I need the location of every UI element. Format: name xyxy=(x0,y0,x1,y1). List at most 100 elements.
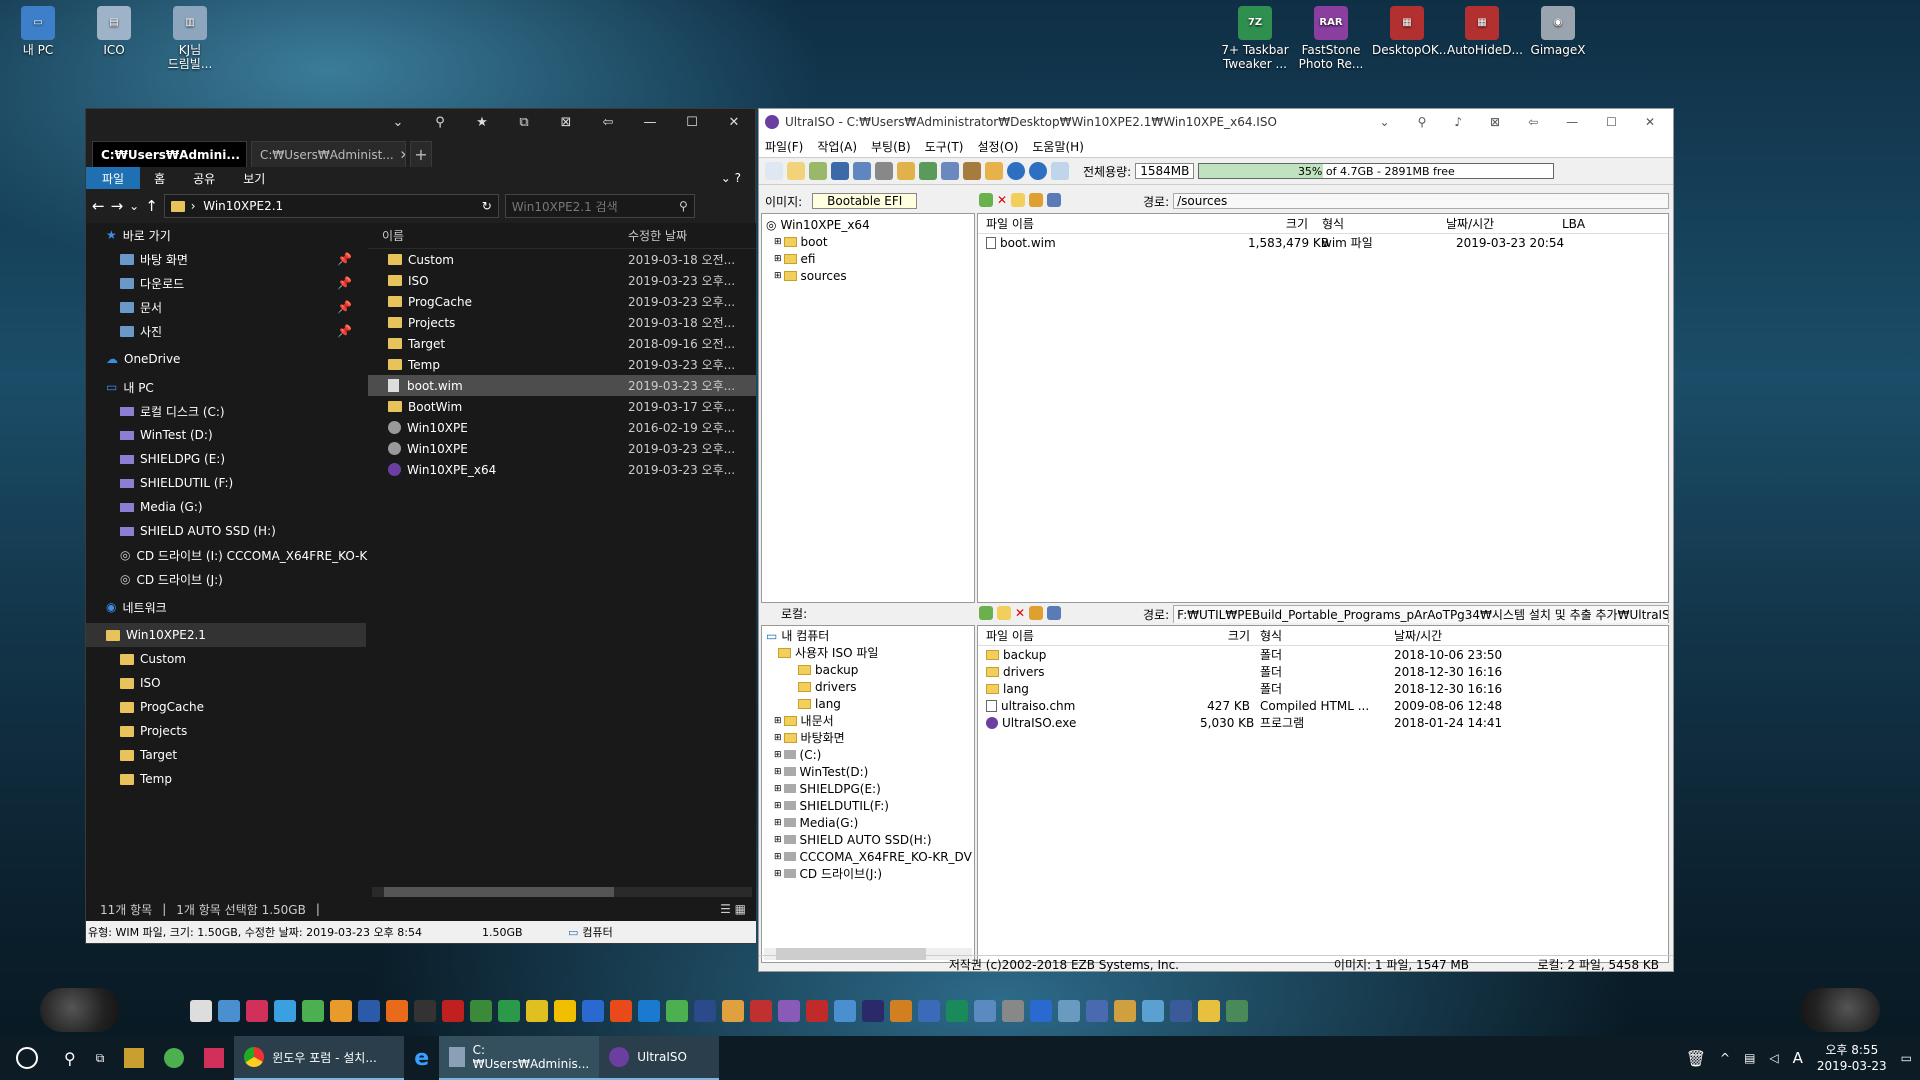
compress-icon[interactable] xyxy=(919,162,937,180)
new-folder-icon[interactable] xyxy=(1011,193,1026,207)
help-icon[interactable] xyxy=(1029,162,1047,180)
ribbon-tab-share[interactable]: 공유 xyxy=(179,170,229,187)
local-tree-item[interactable]: ⊞ SHIELD AUTO SSD(H:) xyxy=(762,831,974,848)
make-cd-icon[interactable] xyxy=(941,162,959,180)
expand-icon[interactable]: ⊞ xyxy=(774,716,782,726)
expand-icon[interactable]: ⊞ xyxy=(774,801,782,811)
tab-close-icon[interactable]: ✕ xyxy=(246,148,247,162)
dock-app-icon[interactable] xyxy=(526,1000,548,1022)
open-icon[interactable] xyxy=(787,162,805,180)
volume-icon[interactable]: ◁ xyxy=(1769,1051,1778,1065)
local-file-row[interactable]: lang 폴더 2018-12-30 16:16 xyxy=(978,680,1668,697)
back-icon[interactable]: ← xyxy=(92,197,105,215)
qat-icon[interactable]: ⌄ xyxy=(1380,115,1390,129)
up-icon[interactable] xyxy=(979,193,993,207)
dock-app-icon[interactable] xyxy=(1170,1000,1192,1022)
dock-app-icon[interactable] xyxy=(386,1000,408,1022)
dock-app-icon[interactable] xyxy=(666,1000,688,1022)
local-file-row[interactable]: backup 폴더 2018-10-06 23:50 xyxy=(978,646,1668,663)
save-icon[interactable] xyxy=(831,162,849,180)
local-tree-item[interactable]: lang xyxy=(762,695,974,712)
desktop-icon-faststone[interactable]: RAR FastStone Photo Re... xyxy=(1296,6,1366,71)
local-tree-item[interactable]: ⊞ 내문서 xyxy=(762,712,974,729)
expand-icon[interactable]: ⊞ xyxy=(774,733,782,743)
nav-item[interactable]: ▭ 내 PC xyxy=(86,375,366,399)
nav-item[interactable]: ◉ 네트워크 xyxy=(86,595,366,619)
info-icon[interactable] xyxy=(1007,162,1025,180)
exit-icon[interactable] xyxy=(1051,162,1069,180)
local-file-row[interactable]: ultraiso.chm 427 KB Compiled HTML ... 2009-… xyxy=(978,697,1668,714)
iso-tree-item[interactable]: ⊞ sources xyxy=(762,267,974,284)
ribbon-tab-home[interactable]: 홈 xyxy=(140,170,179,187)
virtual-drive-icon[interactable] xyxy=(963,162,981,180)
local-tree-item[interactable]: drivers xyxy=(762,678,974,695)
nav-item[interactable]: SHIELD AUTO SSD (H:) xyxy=(86,519,366,543)
desktop-icon-desktopok[interactable]: ▦ DesktopOK... xyxy=(1372,6,1450,57)
tab-1[interactable]: C:₩Users₩Admini...✕ xyxy=(92,141,247,167)
nav-item[interactable]: ◎ CD 드라이브 (J:) xyxy=(86,567,366,591)
maximize-button[interactable]: ☐ xyxy=(1606,115,1617,129)
search-input[interactable]: Win10XPE2.1 검색 ⚲ xyxy=(504,194,695,218)
close-button[interactable]: ✕ xyxy=(1645,115,1655,129)
mount-icon[interactable] xyxy=(897,162,915,180)
dock-app-icon[interactable] xyxy=(330,1000,352,1022)
menu-actions[interactable]: 작업(A) xyxy=(817,138,857,155)
dock-app-icon[interactable] xyxy=(442,1000,464,1022)
local-file-row[interactable]: UltraISO.exe 5,030 KB 프로그램 2018-01-24 14:41 xyxy=(978,714,1668,731)
ribbon-expand-icon[interactable]: ⌄ ? xyxy=(707,171,755,185)
settings-icon[interactable] xyxy=(1047,606,1062,620)
dock-app-icon[interactable] xyxy=(358,1000,380,1022)
nav-item[interactable]: Win10XPE2.1 xyxy=(86,623,366,647)
expand-icon[interactable]: ⊞ xyxy=(774,869,782,879)
qat-down-icon[interactable]: ⌄ xyxy=(377,109,419,135)
dock-app-icon[interactable] xyxy=(190,1000,212,1022)
local-path-field[interactable]: F:₩UTIL₩PEBuild_Portable_Programs_pArAoT… xyxy=(1173,605,1669,623)
close-button[interactable]: ✕ xyxy=(713,109,755,135)
pin-icon[interactable]: 📌 xyxy=(337,252,352,266)
nav-item[interactable]: 사진 📌 xyxy=(86,319,366,343)
pin-icon[interactable]: ⚲ xyxy=(1418,115,1427,129)
taskbar-explorer[interactable]: C:₩Users₩Adminis... xyxy=(439,1036,600,1080)
taskbar-app-3[interactable] xyxy=(194,1036,234,1080)
expand-icon[interactable]: ⊞ xyxy=(774,818,782,828)
dock-app-icon[interactable] xyxy=(1226,1000,1248,1022)
pin-icon[interactable]: ⚲ xyxy=(419,109,461,135)
dock-app-icon[interactable] xyxy=(274,1000,296,1022)
taskbar-chrome[interactable]: 윈도우 포럼 - 설치... xyxy=(234,1036,405,1080)
dock-app-icon[interactable] xyxy=(302,1000,324,1022)
iso-file-row[interactable]: boot.wim 1,583,479 KB wim 파일 2019-03-23 … xyxy=(978,234,1668,251)
dock-app-icon[interactable] xyxy=(1058,1000,1080,1022)
maximize-button[interactable]: ☐ xyxy=(671,109,713,135)
dock-app-icon[interactable] xyxy=(554,1000,576,1022)
menu-file[interactable]: 파일(F) xyxy=(765,138,803,155)
nav-item[interactable]: WinTest (D:) xyxy=(86,423,366,447)
nav-item[interactable]: Temp xyxy=(86,767,366,791)
pin-icon[interactable]: 📌 xyxy=(337,324,352,338)
column-name[interactable]: 이름 xyxy=(368,227,628,244)
burn-icon[interactable] xyxy=(875,162,893,180)
expand-icon[interactable]: ⊞ xyxy=(774,271,782,281)
network-icon[interactable]: ▤ xyxy=(1744,1051,1755,1065)
delete-icon[interactable]: ✕ xyxy=(997,193,1007,207)
file-row[interactable]: boot.wim 2019-03-23 오후... xyxy=(368,375,756,396)
nav-item[interactable]: SHIELDPG (E:) xyxy=(86,447,366,471)
nav-item[interactable]: 로컬 디스크 (C:) xyxy=(86,399,366,423)
dock-app-icon[interactable] xyxy=(946,1000,968,1022)
taskbar-app-2[interactable] xyxy=(154,1036,194,1080)
dock-app-icon[interactable] xyxy=(918,1000,940,1022)
recent-icon[interactable]: ⌄ xyxy=(129,199,139,213)
menu-options[interactable]: 설정(O) xyxy=(977,138,1018,155)
pin-icon[interactable]: 📌 xyxy=(337,276,352,290)
dock-app-icon[interactable] xyxy=(750,1000,772,1022)
file-row[interactable]: BootWim 2019-03-17 오후... xyxy=(368,396,756,417)
ribbon-tab-view[interactable]: 보기 xyxy=(229,170,279,187)
dock-app-icon[interactable] xyxy=(610,1000,632,1022)
nav-item[interactable]: Media (G:) xyxy=(86,495,366,519)
task-view-button[interactable]: ⧉ xyxy=(86,1036,115,1080)
file-row[interactable]: ISO 2019-03-23 오후... xyxy=(368,270,756,291)
nav-item[interactable]: 바탕 화면 📌 xyxy=(86,247,366,271)
pin-icon[interactable]: 📌 xyxy=(337,300,352,314)
tab-2[interactable]: C:₩Users₩Administ...✕ xyxy=(251,141,406,167)
path-field[interactable]: › Win10XPE2.1 ↻ xyxy=(163,194,499,218)
ime-indicator[interactable]: A xyxy=(1793,1049,1803,1067)
